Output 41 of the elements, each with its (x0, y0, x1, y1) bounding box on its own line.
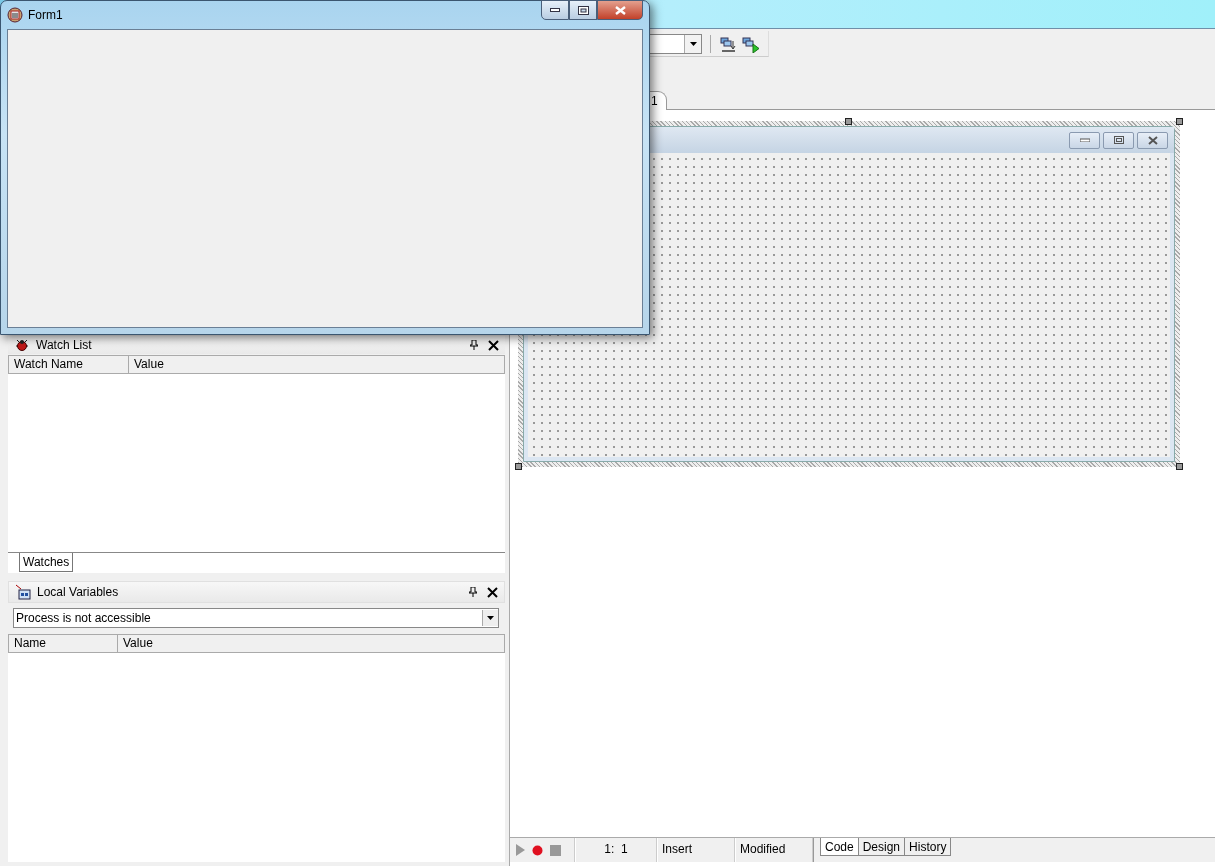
close-icon (1147, 135, 1158, 145)
minimize-button[interactable] (541, 0, 569, 20)
app-icon (7, 7, 23, 23)
blocks-run-icon[interactable] (742, 34, 760, 53)
modified-status: Modified (735, 838, 813, 862)
minimize-icon (550, 8, 560, 12)
close-icon[interactable] (487, 586, 498, 598)
resize-handle[interactable] (515, 463, 522, 470)
maximize-icon (577, 5, 589, 15)
insert-mode: Insert (657, 838, 735, 862)
column-header[interactable]: Value (129, 356, 504, 373)
column-header[interactable]: Watch Name (9, 356, 129, 373)
close-icon[interactable] (488, 339, 499, 351)
record-icon[interactable] (532, 844, 543, 856)
panel-title: Watch List (36, 338, 93, 352)
bug-icon (14, 338, 30, 352)
maximize-button[interactable] (569, 0, 597, 20)
column-header[interactable]: Name (9, 635, 118, 652)
panel-title: Local Variables (37, 585, 120, 599)
variables-icon (15, 584, 31, 600)
process-dropdown[interactable]: Process is not accessible (13, 608, 499, 628)
cursor-position: 1: 1 (575, 838, 657, 862)
column-header[interactable]: Value (118, 635, 504, 652)
close-icon (614, 5, 626, 15)
maximize-button[interactable] (1103, 131, 1134, 149)
minimize-icon (1079, 138, 1090, 142)
watches-tab[interactable]: Watches (19, 553, 74, 572)
resize-handle[interactable] (845, 118, 852, 125)
pin-icon[interactable] (469, 587, 477, 597)
close-button[interactable] (597, 0, 643, 20)
window-title: Form1 (28, 8, 64, 22)
resize-handle[interactable] (1176, 118, 1183, 125)
dropdown-arrow-icon (689, 41, 697, 46)
maximize-icon (1113, 136, 1124, 144)
close-button[interactable] (1137, 131, 1168, 149)
view-tab[interactable]: History (904, 838, 952, 856)
view-tab[interactable]: Code (820, 838, 859, 856)
pin-icon[interactable] (470, 340, 478, 350)
dropdown-arrow-icon (487, 616, 494, 620)
blocks-download-icon[interactable] (719, 34, 737, 53)
resize-handle[interactable] (1176, 463, 1183, 470)
